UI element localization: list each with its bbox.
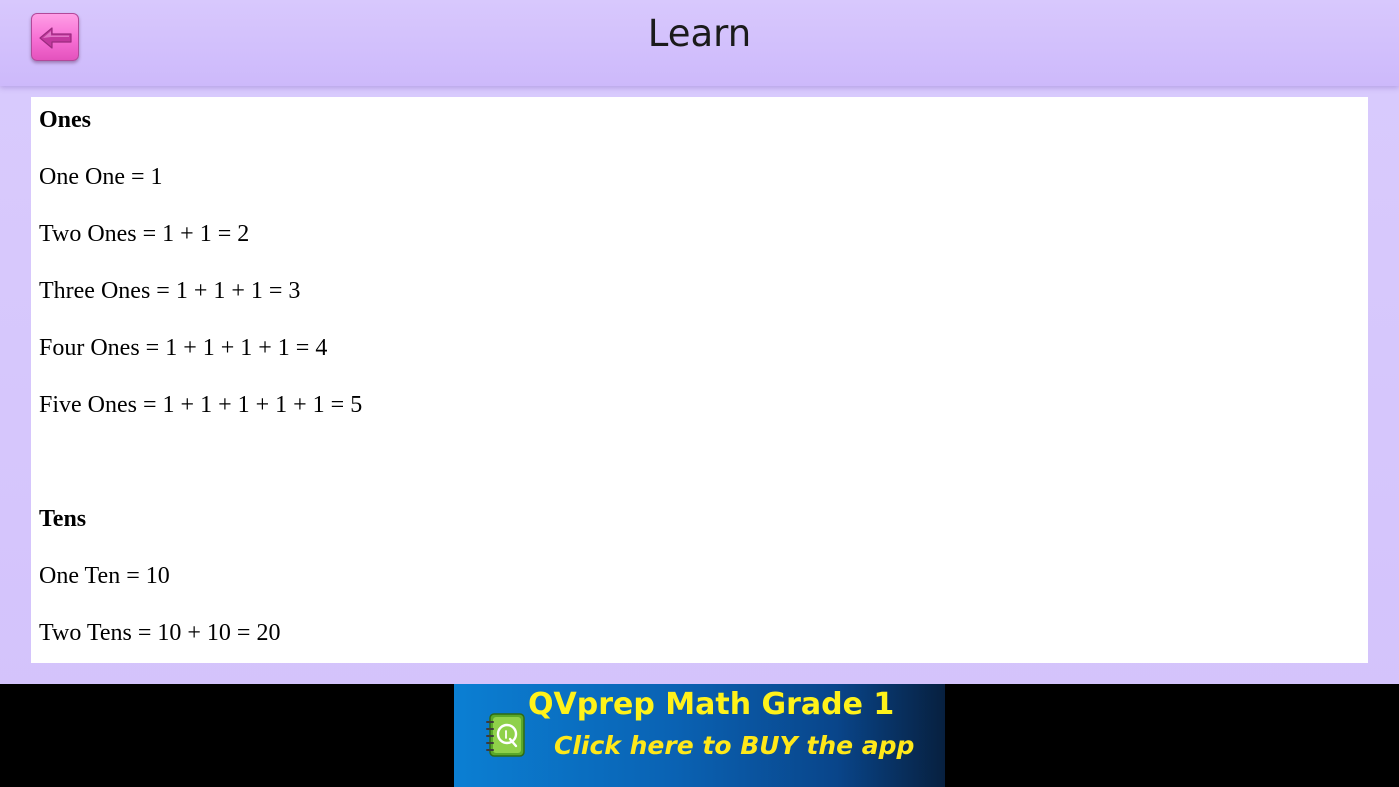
lesson-line: Three Ones = 1 + 1 + 1 = 3 — [39, 278, 301, 304]
app-window: Learn Ones One One = 1 Two Ones = 1 + 1 … — [0, 0, 1399, 787]
section-heading-tens: Tens — [39, 506, 87, 532]
ad-subtitle: Click here to BUY the app — [554, 731, 915, 760]
page-title: Learn — [647, 12, 752, 55]
section-heading-ones: Ones — [39, 107, 92, 133]
ad-bar: QVprep Math Grade 1 Click here to BUY th… — [0, 684, 1399, 787]
qvprep-notebook-logo-icon — [486, 713, 525, 757]
buy-app-banner[interactable]: QVprep Math Grade 1 Click here to BUY th… — [454, 684, 945, 787]
lesson-line: One Ten = 10 — [39, 563, 170, 589]
lesson-line: Two Tens = 10 + 10 = 20 — [39, 620, 281, 646]
lesson-line: One One = 1 — [39, 164, 163, 190]
header-bar: Learn — [0, 0, 1399, 86]
lesson-content: Ones One One = 1 Two Ones = 1 + 1 = 2 Th… — [31, 97, 1368, 663]
lesson-line: Four Ones = 1 + 1 + 1 + 1 = 4 — [39, 335, 328, 361]
ad-title: QVprep Math Grade 1 — [528, 687, 895, 722]
lesson-line: Five Ones = 1 + 1 + 1 + 1 + 1 = 5 — [39, 392, 363, 418]
lesson-line: Two Ones = 1 + 1 = 2 — [39, 221, 250, 247]
